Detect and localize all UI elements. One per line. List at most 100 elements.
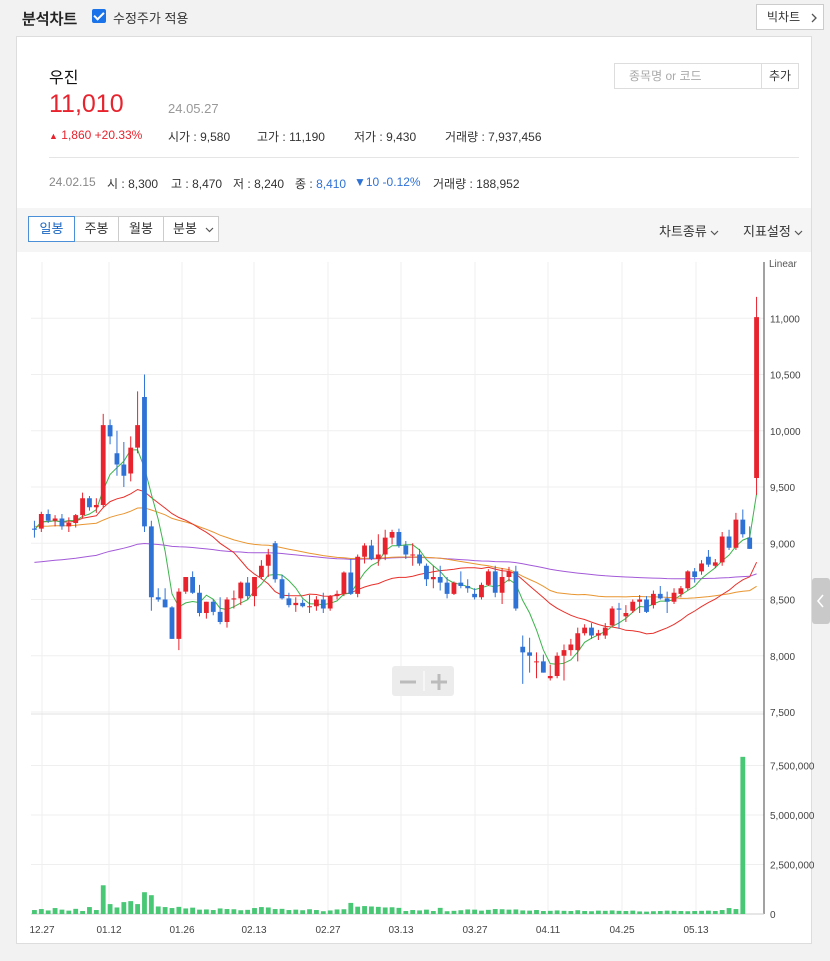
candle-body <box>176 591 182 639</box>
price-tick-label: 8,500 <box>770 596 795 607</box>
candle-body <box>595 633 601 636</box>
volume-bar <box>644 911 649 914</box>
volume-bar <box>451 910 457 914</box>
volume-tick-label: 5,000,000 <box>770 811 815 822</box>
volume-bar <box>465 909 471 914</box>
candle <box>534 652 539 679</box>
volume-bar <box>424 909 429 914</box>
volume-bar <box>485 909 491 914</box>
volume-bar <box>726 908 732 914</box>
candle-body <box>327 596 333 609</box>
volume-bar <box>155 906 161 914</box>
candle-body <box>657 593 663 599</box>
candle <box>589 623 594 639</box>
volume-bar <box>238 910 244 914</box>
candle <box>389 529 395 545</box>
volume-bar <box>73 908 79 914</box>
candle-body <box>135 425 141 448</box>
volume-bar <box>252 908 257 914</box>
price-tick-label: 11,000 <box>770 314 800 325</box>
candle-body <box>155 597 161 600</box>
volume-bar <box>719 910 725 914</box>
volume-bar <box>93 910 99 914</box>
candle-body <box>699 563 704 572</box>
scale-label: Linear <box>769 259 797 270</box>
candle-body <box>355 556 361 594</box>
candle-body <box>286 598 292 606</box>
volume-bar <box>547 910 553 914</box>
volume-bar <box>66 910 72 914</box>
candle-body <box>575 633 581 651</box>
volume-bar <box>534 910 539 914</box>
candle-body <box>671 592 677 602</box>
candle-body <box>190 577 196 593</box>
volume-bar <box>272 909 278 914</box>
candle-body <box>375 554 381 559</box>
candle-body <box>389 532 395 538</box>
price-tick-label: 7,500 <box>770 708 795 719</box>
candle-body <box>451 582 457 594</box>
candle-body <box>568 644 574 651</box>
candle <box>327 595 333 611</box>
price-chart[interactable]: Linear 11,000 10,500 10,000 9,500 9,000 8,500 8… <box>0 0 830 961</box>
x-tick-label: 03.27 <box>462 925 487 936</box>
volume-bar <box>169 908 175 914</box>
candle-body <box>197 592 202 613</box>
volume-bar <box>499 909 505 914</box>
volume-bar <box>114 907 120 914</box>
candle-body <box>485 571 491 585</box>
candle <box>279 574 285 600</box>
candle <box>128 436 134 482</box>
candle-body <box>547 676 553 679</box>
candle-body <box>472 593 477 598</box>
candle-body <box>238 582 244 599</box>
candle <box>568 638 574 656</box>
candle <box>719 532 725 566</box>
volume-bar <box>664 910 670 914</box>
candle-body <box>527 652 533 656</box>
volume-bar <box>712 911 718 914</box>
candle-body <box>506 571 512 577</box>
volume-bar <box>472 909 477 914</box>
candle-body <box>616 608 622 610</box>
candle-body <box>650 593 656 606</box>
candle-body <box>38 514 44 529</box>
zoom-control[interactable] <box>392 666 454 696</box>
candle-body <box>664 598 670 602</box>
candle-body <box>52 518 58 521</box>
candle-body <box>540 661 546 673</box>
volume-bar <box>375 906 381 914</box>
candle <box>595 629 601 640</box>
candle <box>733 512 739 550</box>
candle <box>547 664 553 681</box>
candle <box>417 548 422 566</box>
volume-bar <box>637 911 643 914</box>
candle-body <box>107 425 113 437</box>
candle-body <box>169 607 175 639</box>
candle <box>616 602 622 629</box>
volume-bar <box>52 908 58 914</box>
candle <box>520 635 526 684</box>
volume-bar <box>217 908 223 914</box>
volume-tick-label: 7,500,000 <box>770 762 815 773</box>
candle-body <box>245 582 251 597</box>
side-panel-toggle[interactable] <box>812 578 830 624</box>
volume-bar <box>506 909 512 914</box>
candle-body <box>272 543 278 580</box>
volume-bar <box>224 909 230 914</box>
tab-daily[interactable]: 일봉 <box>28 216 75 242</box>
volume-bar <box>733 909 739 914</box>
candle-body <box>203 601 209 613</box>
candle-body <box>637 599 643 602</box>
candle <box>699 560 704 575</box>
volume-bar <box>258 907 264 914</box>
candle <box>224 597 230 628</box>
volume-bar <box>623 911 629 914</box>
volume-bar <box>38 909 44 914</box>
price-tick-label: 9,000 <box>770 539 795 550</box>
volume-bar <box>341 909 347 914</box>
candle-body <box>754 317 759 478</box>
volume-bar <box>87 907 92 914</box>
candle <box>382 529 388 561</box>
candle-body <box>430 577 436 580</box>
